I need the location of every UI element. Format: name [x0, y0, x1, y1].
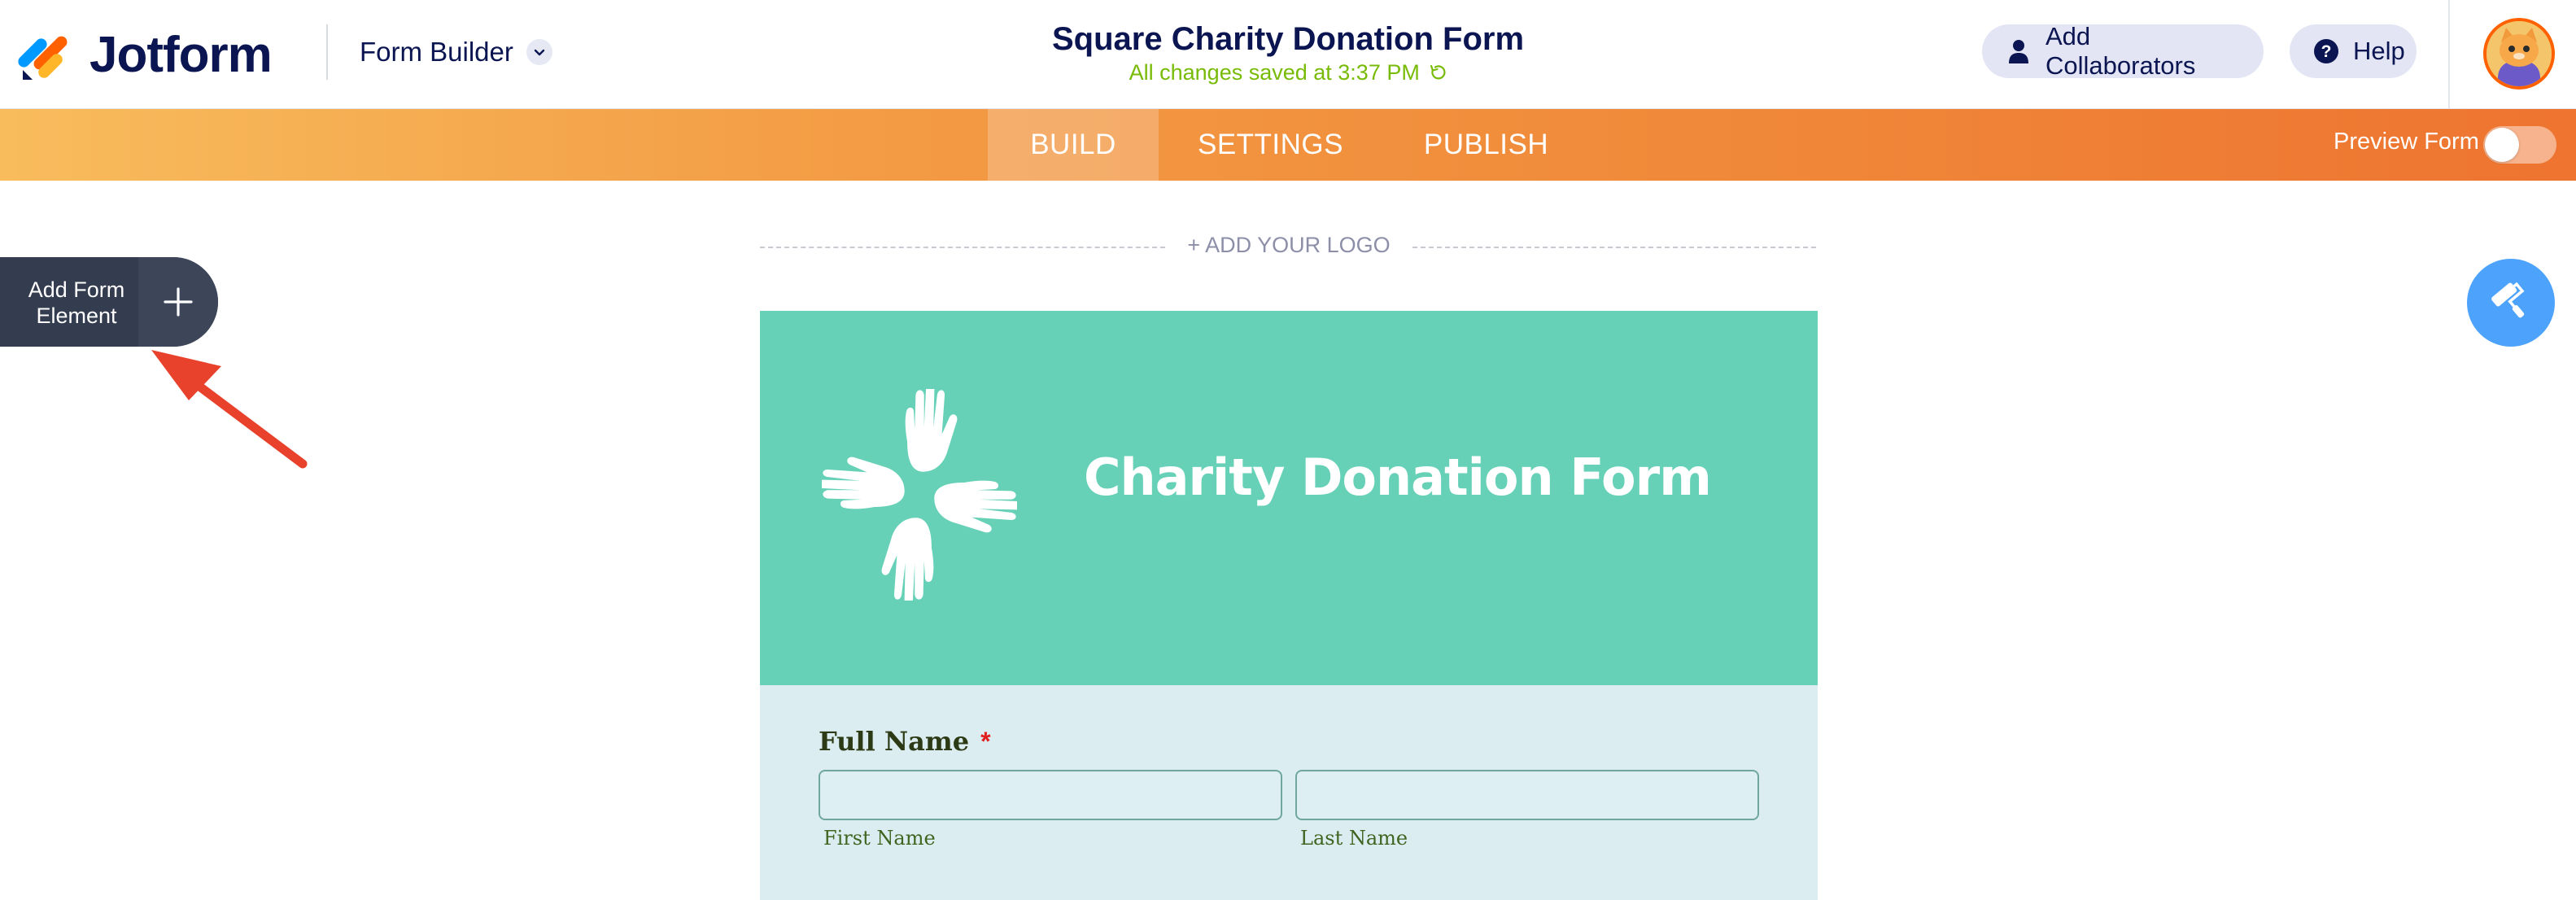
plus-icon [138, 257, 218, 347]
add-collaborators-label: Add Collaborators [2046, 22, 2196, 80]
tab-publish[interactable]: PUBLISH [1382, 109, 1590, 181]
full-name-label-text: Full Name [819, 726, 970, 757]
top-header: Jotform Form Builder Square Charity Dona… [0, 0, 2576, 109]
svg-text:?: ? [2321, 42, 2332, 61]
add-form-element-button[interactable]: Add Form Element [0, 257, 218, 347]
jotform-logo-icon [18, 36, 68, 80]
last-name-input[interactable] [1295, 770, 1759, 820]
avatar-cat-icon [2486, 21, 2552, 86]
add-form-element-label: Add Form Element [28, 277, 125, 328]
header-divider [326, 24, 328, 80]
full-name-label[interactable]: Full Name * [819, 726, 991, 757]
form-body: Full Name * First Name Last Name [760, 685, 1818, 900]
form-designer-button[interactable] [2467, 259, 2555, 347]
form-builder-menu[interactable]: Form Builder [360, 31, 552, 73]
user-icon [2005, 37, 2032, 65]
add-collaborators-button[interactable]: Add Collaborators [1982, 22, 2264, 80]
tab-settings[interactable]: SETTINGS [1159, 109, 1382, 181]
first-name-sublabel: First Name [823, 827, 936, 850]
logo-dashed-line-right [1412, 247, 1816, 248]
saved-status-text: All changes saved at 3:37 PM [1129, 60, 1420, 85]
add-logo-link[interactable]: + ADD YOUR LOGO [1165, 233, 1412, 258]
charity-hands-icon [822, 389, 1017, 601]
form-header[interactable]: Charity Donation Form [760, 311, 1818, 685]
refresh-icon[interactable] [1429, 63, 1447, 81]
tab-build[interactable]: BUILD [988, 109, 1159, 181]
chevron-down-icon [526, 39, 552, 65]
help-label: Help [2353, 37, 2405, 65]
help-icon: ? [2312, 37, 2340, 65]
header-divider-right [2448, 0, 2450, 109]
toggle-knob [2485, 128, 2519, 162]
last-name-sublabel: Last Name [1300, 827, 1408, 850]
form-title[interactable]: Square Charity Donation Form [881, 21, 1695, 58]
paint-roller-icon [2491, 282, 2525, 318]
logo-dashed-line-left [760, 247, 1165, 248]
required-asterisk: * [980, 727, 991, 756]
preview-form-label: Preview Form [2334, 129, 2479, 155]
brand-name: Jotform [90, 26, 273, 83]
builder-nav: BUILD SETTINGS PUBLISH Preview Form [0, 109, 2576, 181]
saved-status: All changes saved at 3:37 PM [881, 60, 1695, 85]
avatar[interactable] [2483, 18, 2555, 90]
jotform-logo[interactable]: Jotform [18, 24, 273, 85]
first-name-input[interactable] [819, 770, 1282, 820]
help-button[interactable]: ? Help [2290, 24, 2417, 78]
preview-form-toggle[interactable] [2483, 126, 2556, 164]
annotation-arrow-icon [151, 350, 308, 469]
form-builder-label: Form Builder [360, 37, 513, 67]
form-heading[interactable]: Charity Donation Form [1084, 448, 1712, 507]
